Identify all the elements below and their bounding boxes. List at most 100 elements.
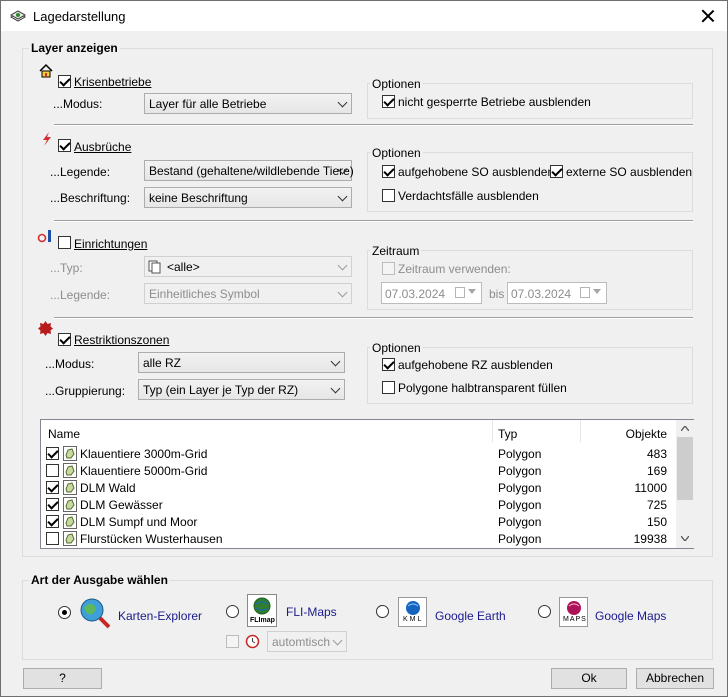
ok-button[interactable]: Ok [551,668,627,689]
clock-icon [245,634,260,649]
restriktionszonen-title[interactable]: Restriktionszonen [74,333,169,347]
help-button[interactable]: ? [23,668,102,689]
chevron-down-icon [330,383,341,394]
table-row[interactable]: Klauentiere 3000m-Grid Polygon 483 [41,445,675,462]
row-checkbox[interactable] [46,447,59,460]
ausbrueche-opt2-checkbox[interactable] [550,165,563,178]
einrichtungen-typ-select[interactable]: <alle> [144,256,352,277]
zeitraum-checkbox[interactable] [382,262,395,275]
radio-fli-maps[interactable] [226,605,239,618]
google-earth-label[interactable]: Google Earth [435,609,506,623]
ausbrueche-beschriftung-select[interactable]: keine Beschriftung [144,187,352,208]
row-name: DLM Gewässer [80,498,163,512]
chevron-down-icon [337,191,348,202]
row-objekte: 11000 [634,481,667,495]
einrichtungen-typ-label: ...Typ: [50,261,83,275]
row-objekte: 150 [646,515,667,529]
krisenbetriebe-checkbox[interactable] [58,75,71,88]
row-objekte: 725 [646,498,667,512]
app-icon [10,10,26,22]
row-name: Flurstücken Wusterhausen [80,532,223,546]
table-row[interactable]: DLM Gewässer Polygon 725 [41,496,675,513]
cancel-button[interactable]: Abbrechen [636,668,714,689]
ausbrueche-checkbox[interactable] [58,139,71,152]
row-checkbox[interactable] [46,481,59,494]
globe-icon [253,597,271,615]
scroll-down-icon[interactable] [681,536,689,541]
scroll-up-icon[interactable] [681,426,689,431]
karten-explorer-label[interactable]: Karten-Explorer [118,609,202,623]
table-row[interactable]: DLM Sumpf und Moor Polygon 150 [41,513,675,530]
header-typ-label: Typ [498,427,518,441]
google-maps-label[interactable]: Google Maps [595,609,666,623]
auto-select[interactable]: automtisch [267,631,347,652]
row-objekte: 169 [646,464,667,478]
rz-opt2-checkbox[interactable] [382,381,395,394]
column-header-typ[interactable]: Typ [493,420,581,442]
zeitraum-title: Zeitraum [370,244,422,258]
row-checkbox[interactable] [46,498,59,511]
facility-icon [37,230,51,243]
auto-value: automtisch [272,635,331,649]
row-name: Klauentiere 5000m-Grid [80,464,208,478]
radio-google-maps[interactable] [538,605,551,618]
scroll-thumb[interactable] [677,437,693,500]
radio-karten-explorer[interactable] [58,606,71,619]
karten-explorer-icon [80,598,111,629]
krisenbetriebe-title[interactable]: Krisenbetriebe [74,75,151,89]
dropdown-arrow-icon [593,289,601,294]
krisen-opt1-checkbox[interactable] [382,95,395,108]
rz-opt1-checkbox[interactable] [382,358,395,371]
einrichtungen-title[interactable]: Einrichtungen [74,237,147,251]
krisen-opt1-label: nicht gesperrte Betriebe ausblenden [398,95,591,109]
column-header-name[interactable]: Name [41,420,493,442]
restriction-zone-icon [38,321,53,336]
einrichtungen-checkbox[interactable] [58,236,71,249]
ausbrueche-opt1-checkbox[interactable] [382,165,395,178]
row-typ: Polygon [498,481,542,495]
chevron-down-icon [332,635,343,646]
rz-modus-label: ...Modus: [45,357,95,371]
vertical-scrollbar[interactable] [676,420,694,548]
row-checkbox[interactable] [46,532,59,545]
ausbrueche-opt3-checkbox[interactable] [382,189,395,202]
ausbrueche-beschriftung-label: ...Beschriftung: [50,191,131,205]
column-header-objekte[interactable]: Objekte [581,420,675,442]
einrichtungen-legende-value: Einheitliches Symbol [149,287,260,301]
table-row[interactable]: Klauentiere 5000m-Grid Polygon 169 [41,462,675,479]
auto-checkbox[interactable] [226,635,239,648]
rz-gruppierung-select[interactable]: Typ (ein Layer je Typ der RZ) [138,379,345,400]
ausbrueche-beschriftung-value: keine Beschriftung [149,191,248,205]
fli-maps-label[interactable]: FLI-Maps [286,605,337,619]
einrichtungen-legende-select[interactable]: Einheitliches Symbol [144,283,352,304]
ausbrueche-opt2-label: externe SO ausblenden [566,165,693,179]
layer-table[interactable]: Name Typ Objekte Klauentiere 3000m-Grid P… [40,419,694,549]
ausbrueche-legende-select[interactable]: Bestand (gehaltene/wildlebende Tiere) [144,160,354,181]
einrichtungen-typ-value: <alle> [167,260,200,274]
ausbrueche-title[interactable]: Ausbrüche [74,140,131,154]
rz-modus-select[interactable]: alle RZ [138,352,345,373]
row-checkbox[interactable] [46,464,59,477]
bis-label: bis [489,287,505,301]
radio-google-earth[interactable] [376,605,389,618]
rz-opt2-label: Polygone halbtransparent füllen [398,381,567,395]
kml-badge-text: KML [403,616,424,623]
date-to-field[interactable]: 07.03.2024 [507,282,607,304]
table-row[interactable]: Flurstücken Wusterhausen Polygon 19938 [41,530,675,547]
einrichtungen-legende-label: ...Legende: [50,288,111,302]
krisen-modus-select[interactable]: Layer für alle Betriebe [144,93,352,114]
house-icon [39,63,53,78]
table-row[interactable]: DLM Wald Polygon 11000 [41,479,675,496]
separator [54,317,693,319]
ausbrueche-options-title: Optionen [370,146,423,160]
restriktionszonen-checkbox[interactable] [58,333,71,346]
krisen-options-title: Optionen [370,77,423,91]
calendar-icon [455,287,465,298]
rz-gruppierung-value: Typ (ein Layer je Typ der RZ) [143,383,299,397]
close-icon[interactable] [699,7,717,25]
row-checkbox[interactable] [46,515,59,528]
separator [54,220,693,222]
date-from-field[interactable]: 07.03.2024 [381,282,482,304]
google-earth-icon: KML [398,597,427,627]
polygon-layer-icon [63,531,77,546]
